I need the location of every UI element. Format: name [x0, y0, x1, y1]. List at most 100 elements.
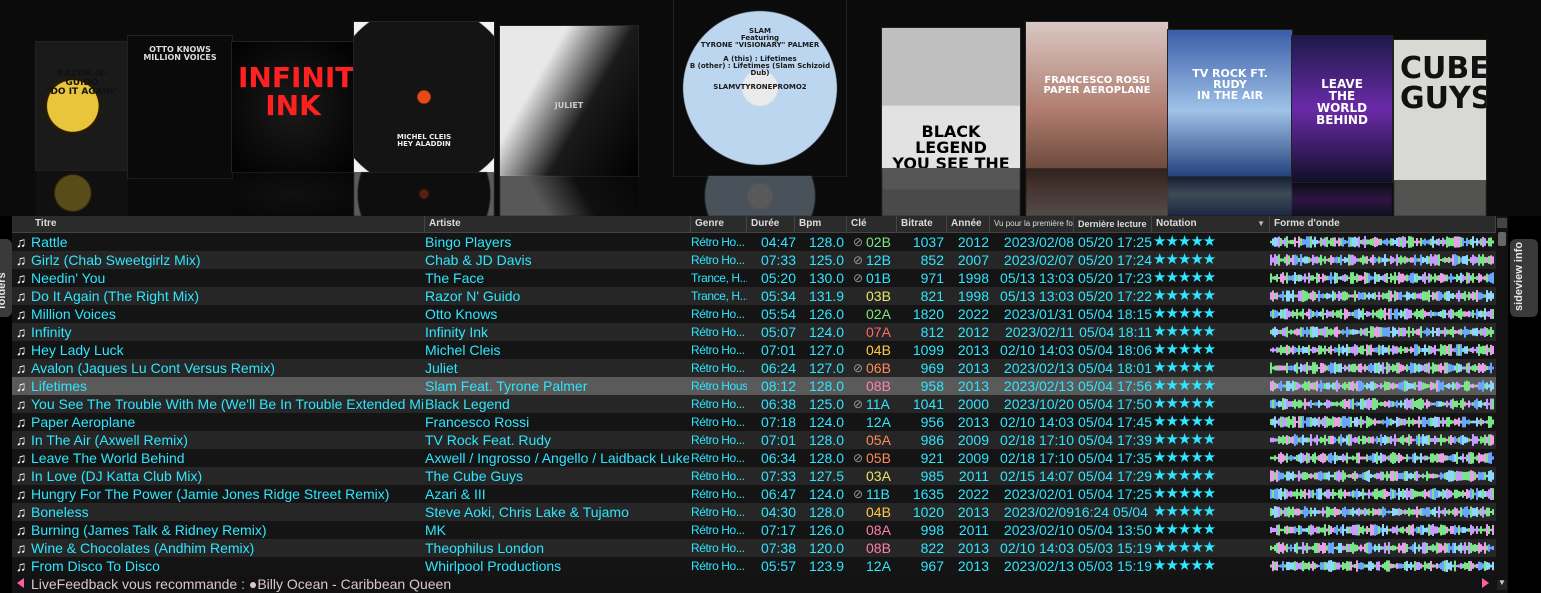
column-header-first-seen[interactable]: Vu pour la première fois	[990, 216, 1074, 232]
key-lock-icon: ⊘	[852, 235, 864, 249]
column-header-rating[interactable]: Notation ▼	[1152, 216, 1270, 232]
cover-flow[interactable]: RAZOR-N-GUIDO "DO IT AGAIN" OTTO KNOWS MI…	[0, 0, 1541, 216]
rating-stars[interactable]: ★★★★★	[1153, 557, 1245, 575]
album-cover-otto-knows[interactable]: OTTO KNOWS MILLION VOICES	[128, 36, 232, 178]
next-recommendation-icon[interactable]	[1482, 578, 1489, 588]
album-cover-juliet[interactable]: JULIET	[500, 26, 638, 176]
track-genre: Rétro Ho...	[691, 451, 745, 465]
waveform-preview[interactable]	[1270, 398, 1494, 410]
column-header-year[interactable]: Année	[947, 216, 990, 232]
waveform-preview[interactable]	[1270, 380, 1494, 392]
column-header-bitrate[interactable]: Bitrate	[897, 216, 947, 232]
rating-stars[interactable]: ★★★★★	[1153, 539, 1245, 557]
livefeedback-text[interactable]: LiveFeedback vous recommande : ●Billy Oc…	[31, 575, 451, 593]
track-row[interactable]: ♫ Leave The World Behind Axwell / Ingrosso…	[12, 449, 1496, 467]
waveform-preview[interactable]	[1270, 524, 1494, 536]
waveform-preview[interactable]	[1270, 470, 1494, 482]
rating-stars[interactable]: ★★★★★	[1153, 449, 1245, 467]
rating-stars[interactable]: ★★★★★	[1153, 359, 1245, 377]
waveform-preview[interactable]	[1270, 362, 1494, 374]
column-header-genre[interactable]: Genre	[691, 216, 747, 232]
rating-stars[interactable]: ★★★★★	[1153, 233, 1245, 251]
waveform-preview[interactable]	[1270, 560, 1494, 572]
track-key: 12A	[866, 414, 891, 430]
track-row[interactable]: ♫ In Love (DJ Katta Club Mix) The Cube Guy…	[12, 467, 1496, 485]
track-row[interactable]: ♫ Million Voices Otto Knows Rétro Ho... 05:5…	[12, 305, 1496, 323]
vertical-scrollbar[interactable]: ▼	[1496, 216, 1508, 593]
album-cover-text: LEAVE THE WORLD BEHIND	[1316, 77, 1368, 127]
album-cover-cube-guys[interactable]: CUBE GUYS	[1394, 40, 1486, 180]
album-cover-reflection	[128, 178, 232, 216]
waveform-preview[interactable]	[1270, 542, 1494, 554]
waveform-preview[interactable]	[1270, 290, 1494, 302]
rating-stars[interactable]: ★★★★★	[1153, 377, 1245, 395]
column-header-key[interactable]: Clé	[847, 216, 897, 232]
scroll-down-button[interactable]: ▼	[1497, 578, 1507, 590]
album-cover-razor-n-guido[interactable]: RAZOR-N-GUIDO "DO IT AGAIN"	[36, 42, 128, 170]
album-cover-tv-rock[interactable]: TV ROCK FT. RUDY IN THE AIR	[1168, 30, 1292, 176]
track-row[interactable]: ♫ Burning (James Talk & Ridney Remix) MK Ré…	[12, 521, 1496, 539]
album-cover-leave-the-world[interactable]: LEAVE THE WORLD BEHIND	[1292, 36, 1392, 182]
track-row[interactable]: ♫ You See The Trouble With Me (We'll Be I…	[12, 395, 1496, 413]
album-cover-michel-cleis[interactable]: MICHEL CLEIS HEY ALADDIN	[354, 22, 494, 172]
sideview-info-tab[interactable]: sideview info	[1510, 239, 1538, 317]
track-row[interactable]: ♫ Hungry For The Power (Jamie Jones Ridge…	[12, 485, 1496, 503]
previous-recommendation-icon[interactable]	[17, 578, 24, 588]
rating-stars[interactable]: ★★★★★	[1153, 251, 1245, 269]
waveform-preview[interactable]	[1270, 272, 1494, 284]
track-row[interactable]: ♫ From Disco To Disco Whirlpool Production…	[12, 557, 1496, 575]
rating-stars[interactable]: ★★★★★	[1153, 467, 1245, 485]
rating-stars[interactable]: ★★★★★	[1153, 503, 1245, 521]
track-row[interactable]: ♫ Girlz (Chab Sweetgirlz Mix) Chab & JD Da…	[12, 251, 1496, 269]
track-row[interactable]: ♫ In The Air (Axwell Remix) TV Rock Feat. …	[12, 431, 1496, 449]
scroll-up-button[interactable]	[1497, 218, 1507, 228]
track-row[interactable]: ♫ Needin' You The Face Trance, H... 05:20 130…	[12, 269, 1496, 287]
column-header-artist[interactable]: Artiste	[425, 216, 691, 232]
folders-tab[interactable]: folders	[0, 239, 12, 317]
column-header-waveform[interactable]: Forme d'onde	[1270, 216, 1496, 232]
rating-stars[interactable]: ★★★★★	[1153, 287, 1245, 305]
track-row[interactable]: ♫ Infinity Infinity Ink Rétro Ho... 05:07 124…	[12, 323, 1496, 341]
column-header-bpm[interactable]: Bpm	[795, 216, 847, 232]
waveform-preview[interactable]	[1270, 308, 1494, 320]
waveform-preview[interactable]	[1270, 416, 1494, 428]
album-cover-slam-record[interactable]: SLAM Featuring TYRONE "VISIONARY" PALMER…	[674, 0, 846, 176]
track-row[interactable]: ♫ Boneless Steve Aoki, Chris Lake & Tujamo…	[12, 503, 1496, 521]
waveform-preview[interactable]	[1270, 452, 1494, 464]
rating-stars[interactable]: ★★★★★	[1153, 485, 1245, 503]
track-row[interactable]: ♫ Avalon (Jaques Lu Cont Versus Remix) Jul…	[12, 359, 1496, 377]
track-row[interactable]: ♫ Lifetimes Slam Feat. Tyrone Palmer Rétro …	[12, 377, 1496, 395]
track-row[interactable]: ♫ Do It Again (The Right Mix) Razor N' Gui…	[12, 287, 1496, 305]
album-cover-infinity-ink[interactable]: INFINITY INK	[232, 42, 354, 172]
column-header-title[interactable]: Titre	[31, 216, 425, 232]
track-row[interactable]: ♫ Hey Lady Luck Michel Cleis Rétro Ho... 07:…	[12, 341, 1496, 359]
rating-stars[interactable]: ★★★★★	[1153, 413, 1245, 431]
rating-stars[interactable]: ★★★★★	[1153, 341, 1245, 359]
column-header-duration[interactable]: Durée	[747, 216, 795, 232]
waveform-preview[interactable]	[1270, 344, 1494, 356]
waveform-preview[interactable]	[1270, 434, 1494, 446]
track-list[interactable]: Titre Artiste Genre Durée Bpm Clé Bitrat…	[12, 216, 1496, 575]
waveform-preview[interactable]	[1270, 506, 1494, 518]
column-header-last-played[interactable]: Dernière lecture	[1074, 216, 1152, 232]
rating-stars[interactable]: ★★★★★	[1153, 305, 1245, 323]
rating-stars[interactable]: ★★★★★	[1153, 431, 1245, 449]
rating-stars[interactable]: ★★★★★	[1153, 269, 1245, 287]
album-cover-black-legend[interactable]: BLACK LEGEND YOU SEE THE TROUBLE WITH ME	[882, 28, 1020, 168]
track-bpm: 128.0	[808, 234, 844, 250]
waveform-preview[interactable]	[1270, 236, 1494, 248]
album-cover-francesco-rossi[interactable]: FRANCESCO ROSSI PAPER AEROPLANE	[1026, 22, 1168, 168]
track-genre: Rétro Ho...	[691, 361, 745, 375]
track-genre: Rétro Ho...	[691, 505, 745, 519]
waveform-preview[interactable]	[1270, 488, 1494, 500]
rating-stars[interactable]: ★★★★★	[1153, 521, 1245, 539]
track-last-played: 05/04 17:50	[1078, 396, 1152, 412]
track-row[interactable]: ♫ Wine & Chocolates (Andhim Remix) Theophi…	[12, 539, 1496, 557]
scroll-thumb[interactable]	[1498, 232, 1506, 246]
waveform-preview[interactable]	[1270, 254, 1494, 266]
waveform-preview[interactable]	[1270, 326, 1494, 338]
rating-stars[interactable]: ★★★★★	[1153, 395, 1245, 413]
track-row[interactable]: ♫ Paper Aeroplane Francesco Rossi Rétro Ho.…	[12, 413, 1496, 431]
rating-stars[interactable]: ★★★★★	[1153, 323, 1245, 341]
track-row[interactable]: ♫ Rattle Bingo Players Rétro Ho... 04:47 128.…	[12, 233, 1496, 251]
